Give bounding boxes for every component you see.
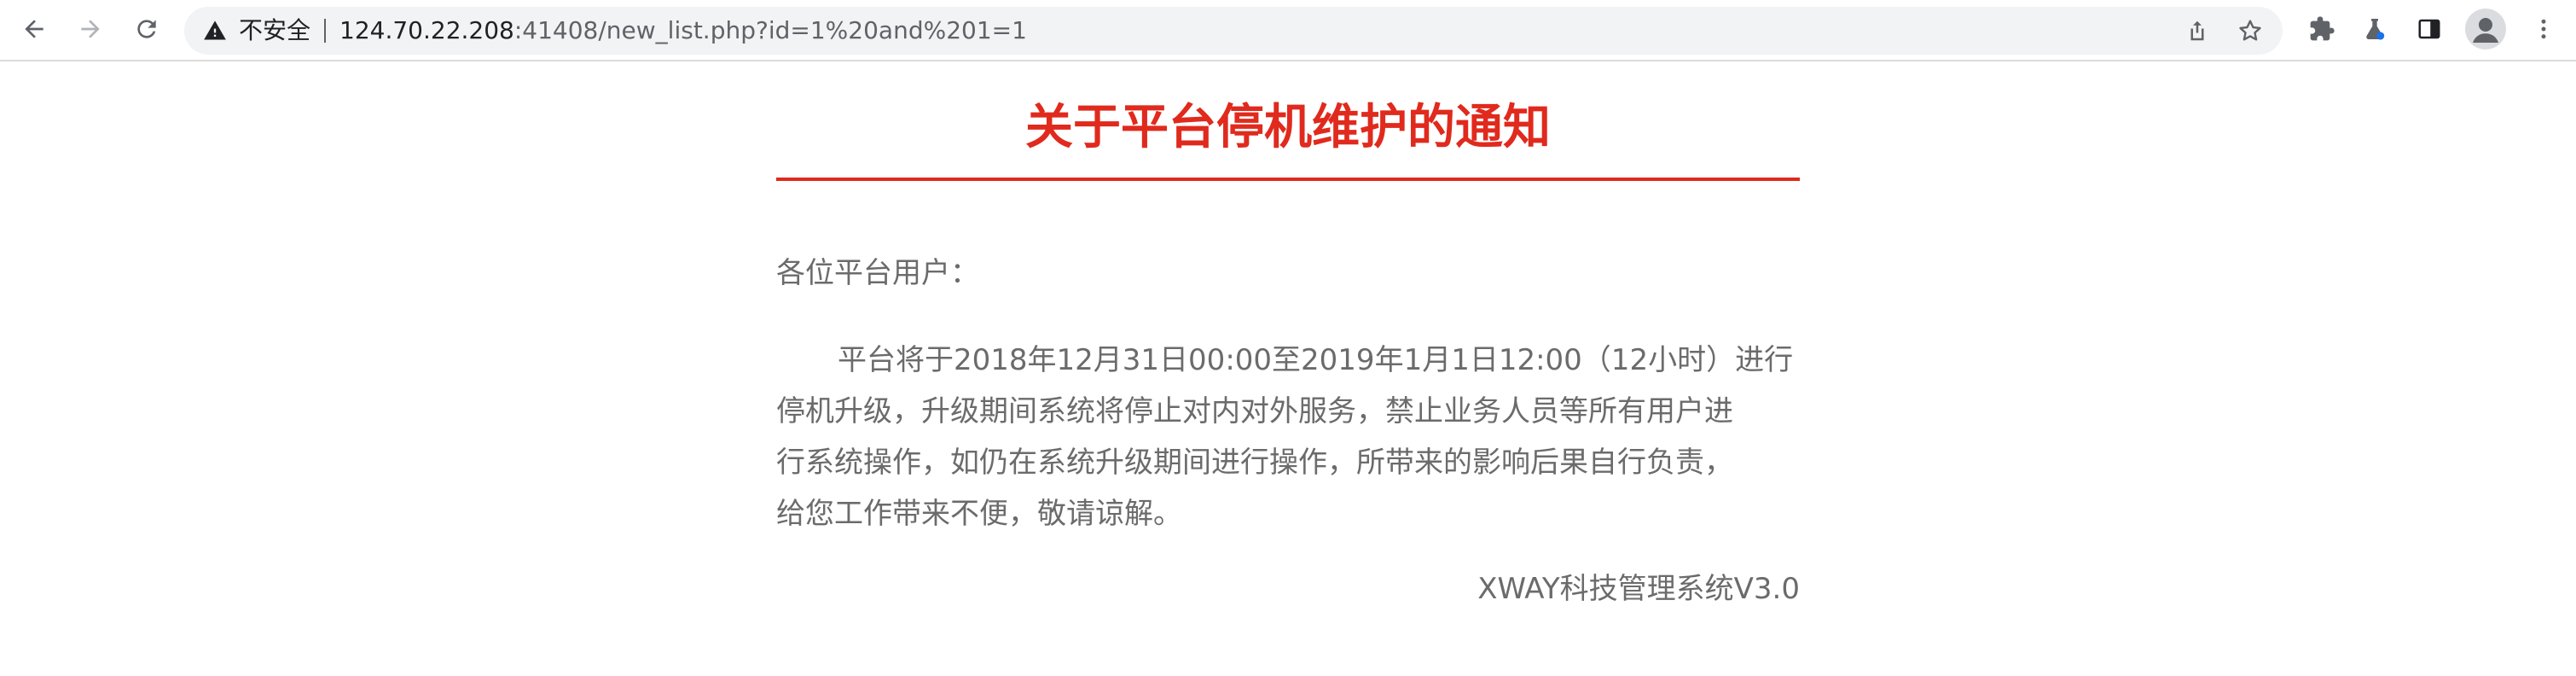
kebab-menu-icon [2541, 19, 2546, 39]
puzzle-icon [2310, 16, 2335, 41]
url-text[interactable]: 124.70.22.208:41408/new_list.php?id=1%20… [339, 7, 1027, 55]
title-divider [776, 178, 1800, 181]
not-secure-label[interactable]: 不安全 [239, 7, 310, 55]
url-host: 124.70.22.208 [339, 16, 514, 44]
notice-greeting: 各位平台用户： [776, 256, 979, 290]
arrow-left-icon [25, 20, 44, 38]
omnibox-divider [324, 19, 326, 43]
arrow-right-icon [81, 20, 100, 38]
browser-toolbar: 不安全 124.70.22.208:41408/new_list.php?id=… [0, 0, 2576, 61]
body-line: 给您工作带来不便，敬请谅解。 [776, 497, 1182, 531]
browser-menu-button[interactable] [2525, 10, 2562, 48]
url-path: :41408/new_list.php?id=1%20and%201=1 [513, 16, 1027, 44]
share-button[interactable] [2179, 12, 2216, 50]
back-button[interactable] [15, 10, 53, 48]
side-panel-icon [2418, 19, 2440, 39]
reload-icon [137, 20, 156, 38]
address-bar[interactable]: 不安全 124.70.22.208:41408/new_list.php?id=… [184, 7, 2283, 55]
bookmark-button[interactable] [2231, 12, 2269, 50]
warning-triangle-icon[interactable] [203, 19, 227, 43]
profile-button[interactable] [2465, 9, 2506, 50]
notice-body: 平台将于2018年12月31日00:00至2019年1月1日12:00（12小时… [776, 335, 1800, 539]
extensions-button[interactable] [2303, 10, 2341, 48]
body-line: 行系统操作，如仍在系统升级期间进行操作，所带来的影响后果自行负责， [776, 446, 1733, 480]
notice-title: 关于平台停机维护的通知 [1025, 100, 1551, 155]
notice-signature: XWAY科技管理系统V3.0 [1477, 572, 1800, 606]
share-icon [2190, 20, 2204, 41]
avatar-icon [2473, 18, 2498, 43]
flask-icon [2366, 19, 2385, 40]
star-icon [2239, 20, 2261, 41]
reload-button[interactable] [128, 10, 165, 48]
body-line: 平台将于2018年12月31日00:00至2019年1月1日12:00（12小时… [838, 343, 1794, 377]
body-line: 停机升级，升级期间系统将停止对内对外服务，禁止业务人员等所有用户进 [776, 394, 1733, 428]
labs-button[interactable] [2356, 10, 2393, 48]
side-panel-button[interactable] [2411, 10, 2448, 48]
forward-button[interactable] [72, 10, 109, 48]
